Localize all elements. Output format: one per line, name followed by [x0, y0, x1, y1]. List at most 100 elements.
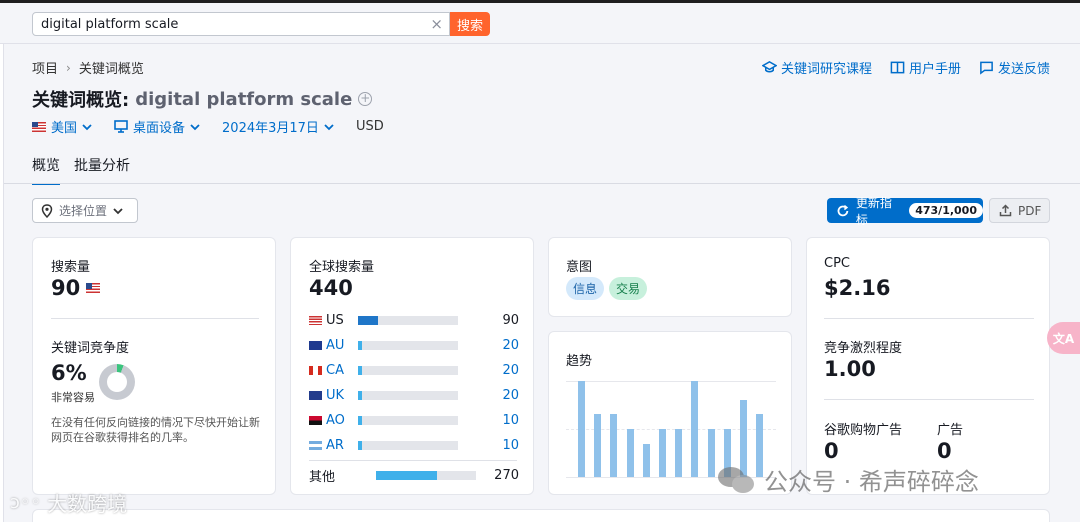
country-bar-track — [358, 440, 458, 450]
kd-description-line2: 网页在谷歌获得排名的几率。 — [51, 431, 194, 444]
upload-icon — [999, 204, 1012, 217]
map-pin-icon — [41, 203, 53, 218]
breadcrumb: 项目 › 关键词概览 — [32, 58, 144, 78]
wechat-logo-icon — [718, 466, 754, 493]
trend-bar — [578, 381, 585, 477]
country-bar-track — [358, 365, 458, 375]
kd-value: 6% — [51, 361, 87, 385]
device-filter[interactable]: 桌面设备 — [114, 117, 200, 136]
country-volume: 90 — [502, 312, 519, 328]
date-filter[interactable]: 2024年3月17日 — [222, 117, 334, 136]
search-input[interactable]: digital platform scale × — [32, 12, 450, 36]
date-filter-label: 2024年3月17日 — [222, 121, 319, 136]
update-metrics-label: 更新指标 — [855, 195, 892, 227]
kd-level: 非常容易 — [51, 391, 95, 404]
country-volume[interactable]: 20 — [502, 363, 519, 378]
course-link[interactable]: 关键词研究课程 — [761, 58, 872, 77]
translate-button[interactable]: 文A — [1047, 322, 1080, 354]
card-divider — [309, 460, 517, 461]
country-code[interactable]: CA — [326, 363, 360, 378]
feedback-link[interactable]: 发送反馈 — [979, 58, 1050, 77]
country-code[interactable]: AU — [326, 338, 360, 353]
ads-label: 广告 — [937, 423, 964, 438]
filter-bar: 美国 桌面设备 2024年3月17日 USD — [32, 117, 384, 136]
country-row: CA 20 — [309, 362, 519, 378]
trend-bar — [610, 413, 618, 477]
help-links: 关键词研究课程 用户手册 发送反馈 — [761, 58, 1050, 77]
intent-card: 意图 信息 交易 — [548, 237, 792, 317]
update-metrics-count: 473/1,000 — [909, 203, 983, 218]
kd-label: 关键词竞争度 — [51, 341, 130, 356]
trend-bar — [707, 429, 715, 477]
breadcrumb-root[interactable]: 项目 — [32, 58, 58, 77]
page-title: 关键词概览: digital platform scale + — [32, 86, 373, 112]
us-flag-icon — [32, 121, 46, 132]
export-pdf-label: PDF — [1018, 203, 1042, 218]
country-row: AU 20 — [309, 337, 519, 353]
clear-icon[interactable]: × — [430, 15, 443, 33]
watermark-right-text: 公众号 · 希声碎碎念 — [764, 468, 979, 496]
chevron-down-icon — [324, 123, 334, 130]
graduation-cap-icon — [761, 61, 777, 73]
ads-value: 0 — [937, 439, 952, 463]
trend-bar — [594, 413, 602, 477]
page-title-prefix: 关键词概览: — [32, 90, 130, 111]
search-button[interactable]: 搜索 — [450, 12, 490, 36]
country-code[interactable]: AR — [326, 438, 360, 453]
export-pdf-button[interactable]: PDF — [989, 198, 1050, 223]
au-flag-icon — [309, 340, 322, 350]
tab-batch-analysis[interactable]: 批量分析 — [74, 155, 130, 185]
tab-divider — [4, 183, 1080, 184]
watermark-right: 公众号 · 希声碎碎念 — [716, 462, 979, 497]
country-volume[interactable]: 10 — [502, 438, 519, 453]
card-divider — [51, 318, 259, 319]
country-volume[interactable]: 10 — [502, 413, 519, 428]
trend-bar — [659, 429, 666, 477]
ar-flag-icon — [309, 440, 322, 450]
country-bar-track — [358, 315, 458, 325]
device-filter-label: 桌面设备 — [133, 121, 186, 136]
next-section-card — [32, 509, 1050, 522]
country-row: UK 20 — [309, 387, 519, 403]
card-divider — [824, 399, 1034, 400]
kd-donut-chart — [99, 364, 135, 400]
update-metrics-button[interactable]: 更新指标 473/1,000 — [827, 196, 983, 227]
country-code[interactable]: UK — [326, 388, 360, 403]
country-bar-track — [358, 390, 458, 400]
chevron-down-icon — [190, 123, 200, 130]
country-code[interactable]: AO — [326, 413, 360, 428]
trend-gridline — [566, 381, 776, 382]
top-bar: digital platform scale × 搜索 — [0, 0, 1080, 44]
manual-link[interactable]: 用户手册 — [890, 58, 961, 77]
trend-bar — [691, 381, 699, 477]
breadcrumb-current: 关键词概览 — [78, 62, 144, 77]
country-volume[interactable]: 20 — [502, 338, 519, 353]
watermark-logo-icon: ↄ◦◦ — [10, 492, 42, 513]
chevron-right-icon: › — [66, 60, 71, 75]
country-bar-fill — [358, 315, 378, 325]
country-code: US — [326, 312, 344, 328]
currency-label: USD — [355, 119, 384, 134]
country-bar-track — [376, 470, 476, 480]
ao-flag-icon — [309, 415, 322, 425]
volume-value: 90 — [51, 276, 81, 300]
global-volume-card: 全球搜索量 440 US 90 AU 20 CA 20 UK 20 AO 10 AR 10 其他 27… — [290, 237, 534, 495]
country-filter-label: 美国 — [51, 121, 78, 136]
add-circle-icon[interactable]: + — [358, 92, 373, 106]
country-row: US 90 — [309, 312, 519, 328]
location-select-label: 选择位置 — [59, 204, 108, 218]
card-divider — [824, 318, 1034, 319]
kd-description-line1: 在没有任何反向链接的情况下尽快开始让新 — [51, 416, 260, 429]
left-rail — [0, 44, 4, 522]
shopping-ads-value: 0 — [824, 439, 839, 463]
cpc-value: $2.16 — [824, 276, 891, 300]
country-bar-fill — [376, 470, 437, 480]
country-volume[interactable]: 20 — [502, 388, 519, 403]
country-filter[interactable]: 美国 — [32, 117, 92, 136]
other-value: 270 — [494, 467, 519, 483]
volume-card: 搜索量 90 关键词竞争度 6% 非常容易 在没有任何反向链接的情况下尽快开始让… — [32, 237, 276, 495]
tab-overview[interactable]: 概览 — [32, 155, 60, 185]
country-row: AO 10 — [309, 412, 519, 428]
country-bar-track — [358, 340, 458, 350]
location-select[interactable]: 选择位置 — [32, 198, 138, 223]
